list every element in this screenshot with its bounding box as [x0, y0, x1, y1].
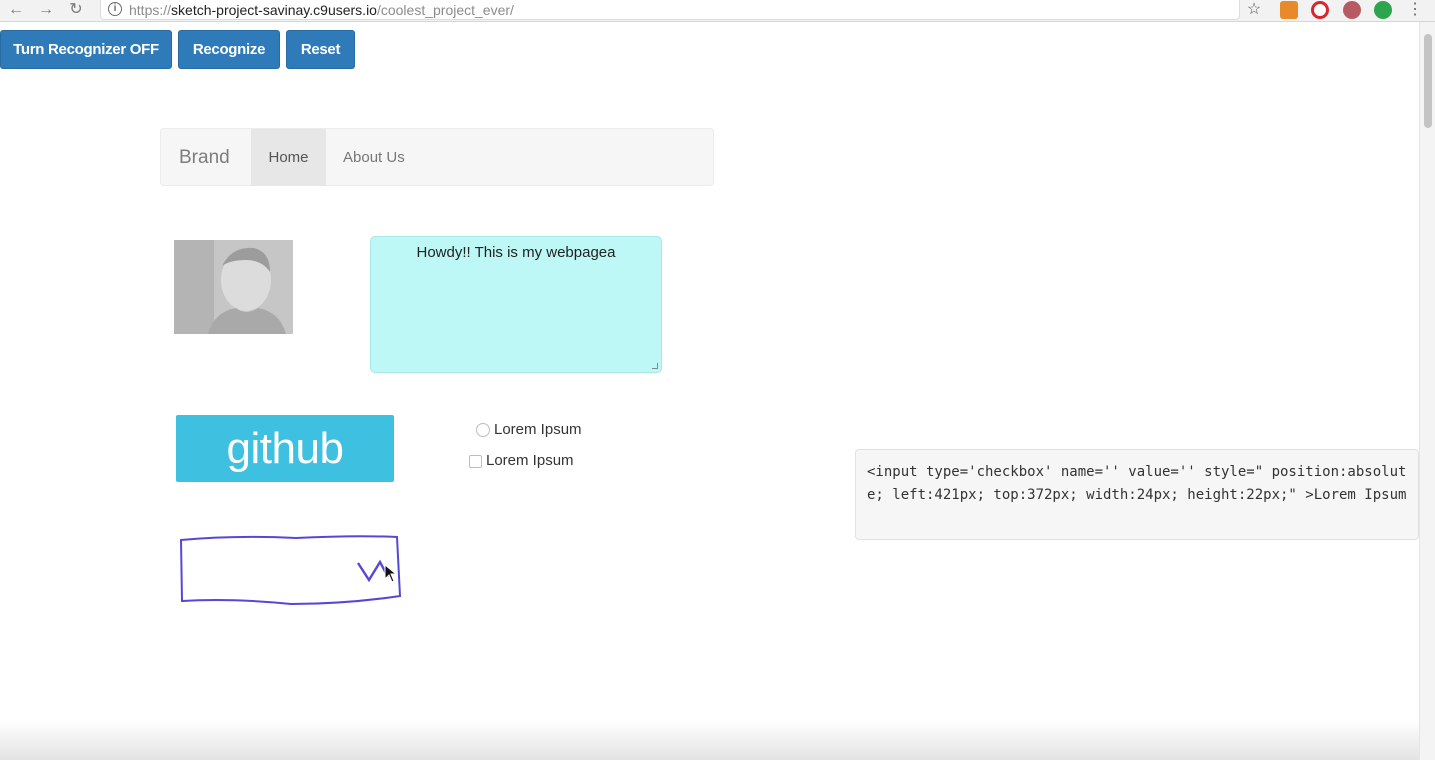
reset-button[interactable]: Reset: [286, 30, 355, 69]
page-scrollbar[interactable]: [1419, 22, 1435, 760]
radio-label: Lorem Ipsum: [494, 421, 582, 438]
extension-green-icon[interactable]: [1374, 1, 1392, 19]
recognize-button[interactable]: Recognize: [178, 30, 280, 69]
reload-icon[interactable]: ↻: [66, 1, 86, 19]
checkbox-label: Lorem Ipsum: [486, 452, 574, 469]
address-url: https://sketch-project-savinay.c9users.i…: [129, 2, 514, 18]
cursor-icon: [384, 564, 398, 583]
code-snippet: <input type='checkbox' name='' value='' …: [855, 449, 1419, 540]
url-path: /coolest_project_ever/: [376, 2, 514, 18]
turn-recognizer-off-button[interactable]: Turn Recognizer OFF: [0, 30, 172, 69]
url-host: sketch-project-savinay.c9users.io: [171, 2, 377, 18]
menu-icon[interactable]: ⋮: [1405, 1, 1425, 19]
sketch-drawing[interactable]: [176, 532, 408, 610]
bottom-fade: [0, 720, 1419, 760]
resize-grip[interactable]: [652, 363, 658, 369]
forward-icon[interactable]: →: [36, 1, 56, 19]
textarea-value: Howdy!! This is my webpagea: [416, 244, 616, 261]
nav-home[interactable]: Home: [251, 129, 326, 186]
opera-icon[interactable]: [1311, 1, 1329, 19]
github-button[interactable]: github: [176, 415, 394, 482]
info-icon[interactable]: i: [108, 2, 122, 16]
star-icon[interactable]: ☆: [1244, 1, 1264, 19]
message-textarea[interactable]: Howdy!! This is my webpagea: [370, 236, 662, 373]
browser-toolbar: ← → ↻ i https://sketch-project-savinay.c…: [0, 0, 1435, 22]
extension-red-icon[interactable]: [1343, 1, 1361, 19]
scroll-thumb[interactable]: [1424, 34, 1432, 128]
nav-about-us[interactable]: About Us: [343, 148, 405, 168]
extension-orange-icon[interactable]: [1280, 1, 1298, 19]
url-scheme: https://: [129, 2, 172, 18]
navbar: Brand Home About Us: [160, 128, 714, 186]
checkbox[interactable]: [469, 455, 482, 468]
profile-photo: [174, 240, 293, 334]
back-icon[interactable]: ←: [6, 1, 26, 19]
address-bar[interactable]: i https://sketch-project-savinay.c9users…: [100, 0, 1240, 20]
navbar-brand[interactable]: Brand: [179, 147, 230, 169]
radio-button[interactable]: [476, 423, 490, 437]
